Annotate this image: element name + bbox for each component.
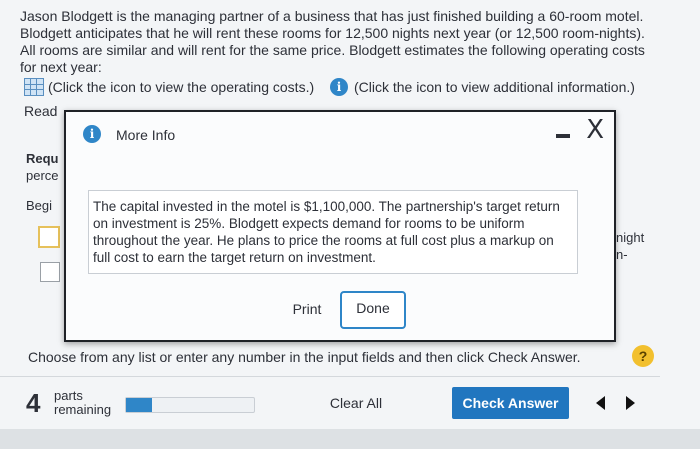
instruction-text: Choose from any list or enter any number…: [28, 349, 581, 365]
dialog-header: i More Info X: [66, 112, 614, 148]
begin-fragment: Begi: [26, 198, 53, 213]
footer-divider: [0, 376, 660, 377]
n-dash-fragment: n-: [616, 247, 628, 262]
read-fragment: Read: [24, 103, 58, 119]
minimize-icon[interactable]: [556, 134, 570, 138]
dialog-body-text: The capital invested in the motel is $1,…: [88, 190, 578, 274]
requirement-fragment: Requ: [26, 151, 59, 166]
additional-info-link[interactable]: i (Click the icon to view additional inf…: [330, 78, 635, 96]
answer-input-highlighted[interactable]: [38, 226, 60, 248]
check-answer-button[interactable]: Check Answer: [452, 387, 569, 419]
print-button[interactable]: Print: [280, 291, 334, 327]
operating-costs-link[interactable]: (Click the icon to view the operating co…: [24, 78, 314, 96]
progress-fill: [126, 398, 152, 412]
parts-remaining-count: 4: [26, 388, 41, 418]
info-icon: i: [83, 125, 101, 143]
parts-label-line2: remaining: [54, 402, 112, 417]
parts-remaining-label: parts remaining: [54, 389, 111, 417]
more-info-dialog: i More Info X The capital invested in th…: [64, 110, 616, 342]
close-icon[interactable]: X: [586, 115, 604, 145]
answer-input[interactable]: [40, 262, 60, 282]
progress-bar: [125, 397, 255, 413]
bottom-band: [0, 429, 700, 449]
percent-fragment: perce: [26, 168, 59, 183]
question-text: Jason Blodgett is the managing partner o…: [20, 8, 645, 75]
night-fragment: night: [616, 230, 645, 245]
help-icon[interactable]: ?: [632, 345, 654, 367]
additional-info-link-label[interactable]: (Click the icon to view additional infor…: [354, 79, 635, 95]
operating-costs-link-label[interactable]: (Click the icon to view the operating co…: [48, 79, 314, 95]
previous-arrow-icon[interactable]: [596, 396, 605, 410]
question-screen: Jason Blodgett is the managing partner o…: [0, 0, 700, 449]
dialog-title: More Info: [116, 127, 176, 143]
clear-all-button[interactable]: Clear All: [318, 388, 394, 418]
info-icon[interactable]: i: [330, 78, 348, 96]
table-grid-icon[interactable]: [24, 78, 44, 96]
done-button[interactable]: Done: [340, 291, 406, 329]
next-arrow-icon[interactable]: [626, 396, 635, 410]
parts-label-line1: parts: [54, 388, 83, 403]
